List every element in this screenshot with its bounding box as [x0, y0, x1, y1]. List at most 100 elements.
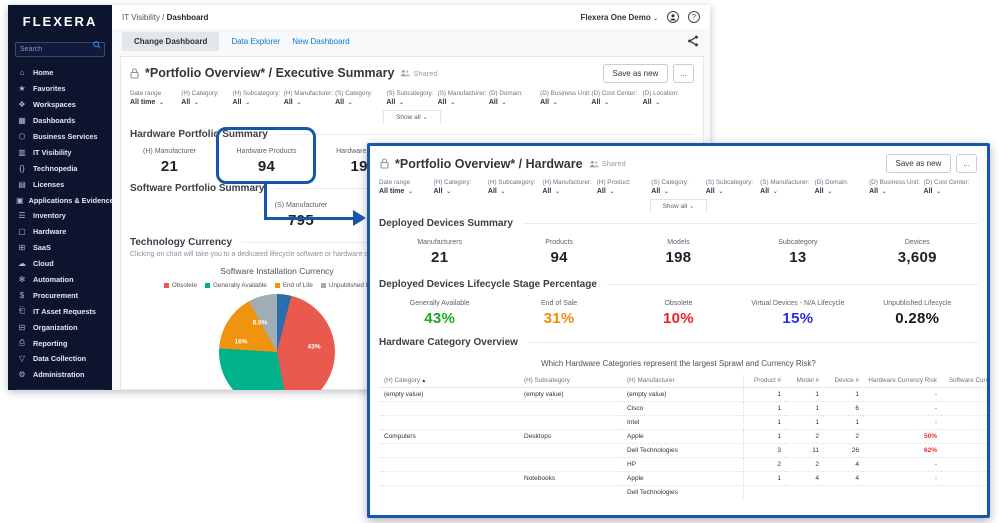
table-col-4[interactable]: Model # — [785, 374, 823, 388]
show-all-button[interactable]: Show all ⌄ — [383, 110, 441, 123]
sidebar-item-administration[interactable]: ⚙Administration — [8, 367, 112, 383]
sidebar-item-saas[interactable]: ⊞SaaS — [8, 240, 112, 256]
more-options-button[interactable]: ... — [673, 64, 694, 83]
filter-value-dropdown[interactable]: All ⌄ — [488, 188, 542, 195]
profile-icon[interactable] — [667, 11, 679, 23]
show-all-button[interactable]: Show all ⌄ — [650, 199, 708, 212]
stat-label: Virtual Devices - N/A Lifecycle — [738, 300, 857, 307]
filter-value-dropdown[interactable]: All ⌄ — [651, 188, 705, 195]
table-row[interactable]: Cisco116-100% — [380, 402, 990, 416]
filter-value-dropdown[interactable]: All ⌄ — [597, 188, 651, 195]
stat-virtual-devices-n-a-lifecycle[interactable]: Virtual Devices - N/A Lifecycle15% — [738, 300, 857, 327]
sidebar-item-organization[interactable]: ⊟Organization — [8, 319, 112, 335]
legend-swatch-icon — [275, 283, 280, 288]
sidebar-item-inventory[interactable]: ☰Inventory — [8, 208, 112, 224]
filter-value-dropdown[interactable]: All ⌄ — [924, 188, 978, 195]
sidebar-item-data-collection[interactable]: ▽Data Collection — [8, 351, 112, 367]
table-col-6[interactable]: Hardware Currency Risk — [863, 374, 941, 388]
cell-model: 11 — [785, 444, 823, 458]
sidebar-item-it-asset-requests[interactable]: ⎗IT Asset Requests — [8, 303, 112, 319]
table-col-2[interactable]: (H) Manufacturer — [623, 374, 743, 388]
sidebar-item-reporting[interactable]: ⎙Reporting — [8, 335, 112, 351]
filter-value-dropdown[interactable]: All ⌄ — [233, 99, 284, 106]
sidebar-item-applications-evidence[interactable]: ▣Applications & Evidence — [8, 192, 112, 208]
cell-subcategory — [520, 486, 623, 500]
save-as-new-button[interactable]: Save as new — [886, 154, 952, 173]
sidebar-item-automation[interactable]: ✻Automation — [8, 272, 112, 288]
sidebar-item-business-services[interactable]: ⬡Business Services — [8, 129, 112, 145]
sidebar-item-licenses[interactable]: ▤Licenses — [8, 176, 112, 192]
stat-manufacturers[interactable]: Manufacturers21 — [380, 239, 499, 266]
filter-value-dropdown[interactable]: All ⌄ — [438, 99, 489, 106]
stat-end-of-sale[interactable]: End of Sale31% — [499, 300, 618, 327]
cell-subcategory — [520, 416, 623, 430]
filter-0: Date rangeAll time ⌄ — [130, 90, 181, 106]
filter-value-dropdown[interactable]: All ⌄ — [433, 188, 487, 195]
filter-value-dropdown[interactable]: All ⌄ — [542, 188, 596, 195]
breadcrumb[interactable]: IT Visibility / Dashboard — [122, 13, 208, 22]
filter-value-dropdown[interactable]: All ⌄ — [815, 188, 869, 195]
sidebar-item-hardware[interactable]: ▢Hardware — [8, 224, 112, 240]
table-col-0[interactable]: (H) Category ▲ — [380, 374, 520, 388]
filter-value-dropdown[interactable]: All time ⌄ — [379, 188, 433, 195]
sidebar-item-cloud[interactable]: ☁Cloud — [8, 256, 112, 272]
filter-value-dropdown[interactable]: All ⌄ — [284, 99, 335, 106]
data-explorer-link[interactable]: Data Explorer — [231, 37, 280, 46]
table-col-1[interactable]: (H) Subcategory — [520, 374, 623, 388]
stat-models[interactable]: Models198 — [619, 239, 738, 266]
breadcrumb-section[interactable]: IT Visibility — [122, 13, 160, 22]
filter-value-dropdown[interactable]: All ⌄ — [760, 188, 814, 195]
filter-value-dropdown[interactable]: All ⌄ — [591, 99, 642, 106]
stat-devices[interactable]: Devices3,609 — [858, 239, 977, 266]
filter-value-dropdown[interactable]: All ⌄ — [540, 99, 591, 106]
sidebar-item-dashboards[interactable]: ▦Dashboards — [8, 113, 112, 129]
legend-item-end-of-life[interactable]: End of Life — [275, 282, 313, 289]
filter-value-dropdown[interactable]: All time ⌄ — [130, 99, 181, 106]
table-row[interactable]: Intel111-88% — [380, 416, 990, 430]
stat-subcategory[interactable]: Subcategory13 — [738, 239, 857, 266]
filter-value-dropdown[interactable]: All ⌄ — [335, 99, 386, 106]
filter-value-dropdown[interactable]: All ⌄ — [181, 99, 232, 106]
filter-value-dropdown[interactable]: All ⌄ — [489, 99, 540, 106]
sidebar-item-it-visibility[interactable]: ▥IT Visibility — [8, 144, 112, 160]
table-row[interactable]: Dell Technologies3112662%74% — [380, 444, 990, 458]
change-dashboard-button[interactable]: Change Dashboard — [122, 32, 219, 51]
sidebar-item-technopedia[interactable]: {}Technopedia — [8, 160, 112, 176]
stat--h-manufacturer[interactable]: (H) Manufacturer21 — [121, 148, 218, 175]
reporting-icon: ⎙ — [16, 338, 28, 348]
account-menu[interactable]: Flexera One Demo ⌄ — [580, 13, 658, 22]
table-row[interactable]: NotebooksApple144-40% — [380, 472, 990, 486]
pie-chart[interactable]: 43%16%8.0% — [219, 294, 335, 390]
stat-obsolete[interactable]: Obsolete10% — [619, 300, 738, 327]
filter-value-dropdown[interactable]: All ⌄ — [643, 99, 694, 106]
sidebar-item-workspaces[interactable]: ❖Workspaces — [8, 97, 112, 113]
sidebar-item-procurement[interactable]: $Procurement — [8, 287, 112, 303]
filter-value-dropdown[interactable]: All ⌄ — [386, 99, 437, 106]
table-row[interactable]: HP224-55% — [380, 458, 990, 472]
table-row[interactable]: ComputersDesktopsApple12250%- — [380, 430, 990, 444]
filter-value-dropdown[interactable]: All ⌄ — [706, 188, 760, 195]
filter-value-dropdown[interactable]: All ⌄ — [869, 188, 923, 195]
table-col-5[interactable]: Device # — [823, 374, 863, 388]
sidebar-item-favorites[interactable]: ★Favorites — [8, 81, 112, 97]
stat-unpublished-lifecycle[interactable]: Unpublished Lifecycle0.28% — [858, 300, 977, 327]
help-icon[interactable]: ? — [688, 11, 700, 23]
table-row[interactable]: (empty value)(empty value)(empty value)1… — [380, 388, 990, 402]
share-icon[interactable] — [686, 35, 700, 49]
pie-slice-label: 8.0% — [253, 319, 268, 326]
table-col-3[interactable]: Product # — [743, 374, 785, 388]
save-as-new-button[interactable]: Save as new — [603, 64, 669, 83]
chevron-down-icon: ⌄ — [771, 189, 778, 195]
search-input[interactable] — [15, 42, 105, 57]
stat-generally-available[interactable]: Generally Available43% — [380, 300, 499, 327]
more-options-button[interactable]: ... — [956, 154, 977, 173]
cell-manufacturer: Dell Technologies — [623, 444, 743, 458]
table-col-7[interactable]: Software Currency Risk — [941, 374, 990, 388]
table-row[interactable]: Dell Technologies — [380, 486, 990, 500]
new-dashboard-link[interactable]: New Dashboard — [292, 37, 349, 46]
legend-item-generally-available[interactable]: Generally Available — [205, 282, 267, 289]
sidebar-item-home[interactable]: ⌂Home — [8, 65, 112, 81]
filter-label: (H) Category: — [433, 179, 487, 186]
legend-item-obsolete[interactable]: Obsolete — [164, 282, 197, 289]
stat-products[interactable]: Products94 — [499, 239, 618, 266]
